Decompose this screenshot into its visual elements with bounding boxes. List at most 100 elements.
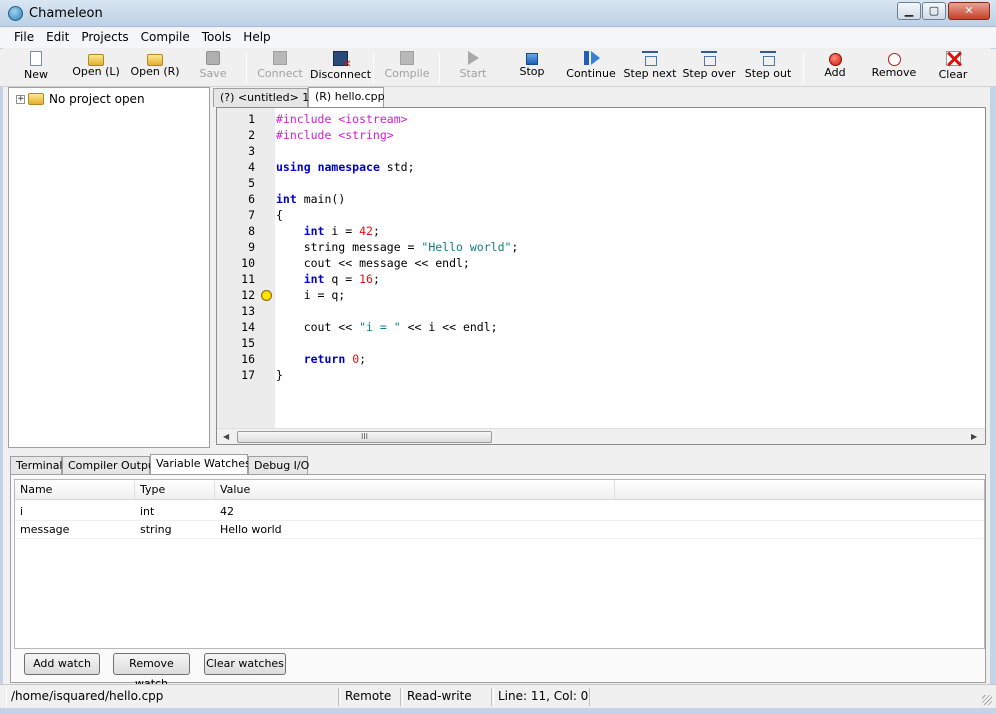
compile-button[interactable]: Compile <box>383 51 431 85</box>
menu-tools[interactable]: Tools <box>196 28 238 48</box>
toolbar: New Open (L) Open (R) Save Connect Disco… <box>0 49 996 87</box>
step-over-label: Step over <box>682 67 736 80</box>
scroll-left-icon[interactable]: ◀ <box>223 432 229 441</box>
tab-untitled[interactable]: (?) <untitled> 1* <box>213 88 315 107</box>
folder-remote-icon <box>147 54 163 66</box>
line-number: 11 <box>241 272 255 286</box>
tab-compiler-output[interactable]: Compiler Output <box>62 456 159 474</box>
clear-watches-button[interactable]: Clear watches <box>204 653 286 675</box>
connect-label: Connect <box>257 67 303 80</box>
project-tree-label: No project open <box>49 92 145 106</box>
scroll-right-icon[interactable]: ▶ <box>971 432 977 441</box>
status-cursor-position: Line: 11, Col: 0 <box>493 688 590 706</box>
stop-icon <box>526 53 538 65</box>
code-token: 42 <box>359 224 373 238</box>
continue-button[interactable]: Continue <box>566 51 616 85</box>
variable-watches-panel: Name Type Value i int 42 message string … <box>10 474 986 690</box>
code-text: cout << "i = " << i << endl; <box>276 319 498 335</box>
code-token: ; <box>372 272 380 286</box>
code-token: ; <box>511 240 519 254</box>
watch-table[interactable]: Name Type Value i int 42 message string … <box>14 479 985 649</box>
tab-terminal[interactable]: Terminal <box>10 456 63 474</box>
maximize-button[interactable]: ▢ <box>922 2 946 20</box>
horizontal-scrollbar[interactable]: ◀ III ▶ <box>217 428 985 444</box>
watch-value: Hello world <box>220 523 282 536</box>
menu-compile[interactable]: Compile <box>135 28 196 48</box>
clear-breakpoints-button[interactable]: Clear <box>934 51 972 85</box>
line-number: 4 <box>248 160 255 174</box>
step-out-button[interactable]: Step out <box>743 51 793 85</box>
minimize-button[interactable]: ▁ <box>897 2 921 20</box>
add-breakpoint-button[interactable]: Add <box>817 51 853 85</box>
table-row[interactable]: message string Hello world <box>15 522 984 539</box>
menu-help[interactable]: Help <box>237 28 276 48</box>
line-number: 15 <box>241 336 255 350</box>
chameleon-app-icon <box>8 6 23 21</box>
code-token: #include <iostream> <box>276 112 408 126</box>
open-remote-label: Open (R) <box>130 65 180 78</box>
remove-breakpoint-button[interactable]: Remove <box>870 51 918 85</box>
add-watch-button[interactable]: Add watch <box>24 653 100 675</box>
breakpoint-current-line-icon[interactable] <box>261 290 272 301</box>
scroll-thumb[interactable]: III <box>237 431 492 443</box>
menu-projects[interactable]: Projects <box>75 28 134 48</box>
tab-hello-cpp[interactable]: (R) hello.cpp <box>308 87 385 108</box>
table-row[interactable]: i int 42 <box>15 504 984 521</box>
watch-name: message <box>20 523 70 536</box>
tab-variable-watches[interactable]: Variable Watches <box>150 454 251 475</box>
project-tree-root[interactable]: + No project open <box>16 92 145 106</box>
tab-debug-io[interactable]: Debug I/O <box>248 456 309 474</box>
code-token: int <box>303 224 325 238</box>
step-next-label: Step next <box>623 67 677 80</box>
column-name[interactable]: Name <box>15 480 135 500</box>
save-button[interactable]: Save <box>193 51 233 85</box>
status-mode: Remote <box>340 688 401 706</box>
code-token: i = q; <box>276 288 346 302</box>
disconnect-button[interactable]: Disconnect <box>310 51 371 85</box>
connect-button[interactable]: Connect <box>256 51 304 85</box>
open-local-button[interactable]: Open (L) <box>70 51 122 85</box>
column-value[interactable]: Value <box>215 480 615 500</box>
code-editor[interactable]: 1 #include <iostream> 2 #include <string> 3 4… <box>216 107 986 445</box>
toolbar-separator <box>803 53 804 83</box>
folder-icon <box>28 93 44 105</box>
code-text: } <box>276 367 283 383</box>
code-token: ; <box>372 224 380 238</box>
stop-button[interactable]: Stop <box>512 51 552 85</box>
resize-grip-icon[interactable] <box>982 695 992 705</box>
code-text: int i = 42; <box>276 223 380 239</box>
line-number: 9 <box>248 240 255 254</box>
code-text: { <box>276 207 283 223</box>
watch-type: string <box>140 523 172 536</box>
code-token: std; <box>379 160 415 174</box>
line-number: 6 <box>248 192 255 206</box>
new-button[interactable]: New <box>16 51 56 85</box>
window-title: Chameleon <box>29 6 103 21</box>
toolbar-separator <box>246 53 247 83</box>
project-tree-panel[interactable]: + No project open <box>8 87 210 448</box>
menu-bar: File Edit Projects Compile Tools Help <box>0 28 996 48</box>
step-next-button[interactable]: Step next <box>623 51 677 85</box>
line-number: 1 <box>248 112 255 126</box>
status-file-path: /home/isquared/hello.cpp <box>6 688 339 706</box>
window-frame-bottom <box>0 708 996 714</box>
code-text: i = q; <box>276 287 346 303</box>
clear-breakpoints-icon <box>945 51 961 66</box>
line-number: 2 <box>248 128 255 142</box>
column-type[interactable]: Type <box>135 480 215 500</box>
window-frame-left <box>0 28 3 714</box>
step-over-button[interactable]: Step over <box>682 51 736 85</box>
menu-file[interactable]: File <box>8 28 40 48</box>
open-remote-button[interactable]: Open (R) <box>128 51 182 85</box>
code-token: { <box>276 208 283 222</box>
menu-edit[interactable]: Edit <box>40 28 75 48</box>
close-button[interactable]: ✕ <box>948 2 990 20</box>
tree-expander-icon[interactable]: + <box>16 94 25 104</box>
continue-icon <box>584 51 600 65</box>
code-token: cout << <box>276 320 360 334</box>
remove-watch-button[interactable]: Remove watch <box>113 653 190 690</box>
start-button[interactable]: Start <box>453 51 493 85</box>
